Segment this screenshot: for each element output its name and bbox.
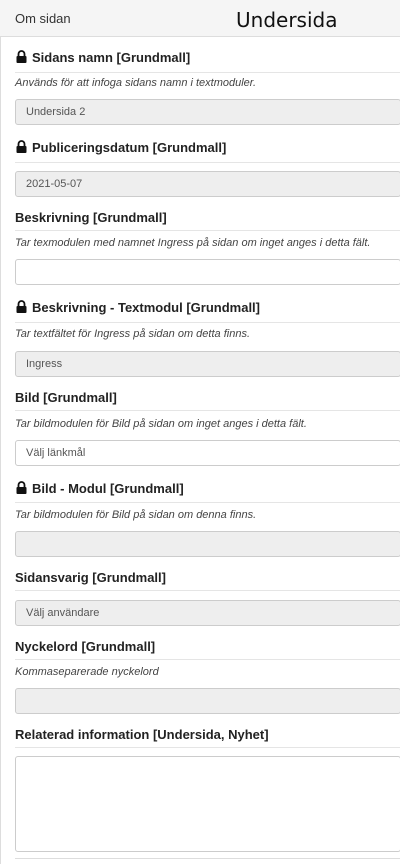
label-publish-date-text: Publiceringsdatum [Grundmall] — [32, 140, 227, 155]
label-image: Bild [Grundmall] — [15, 390, 117, 405]
divider — [15, 162, 400, 163]
lock-icon — [16, 139, 27, 153]
image-link-picker[interactable]: Välj länkmål — [15, 440, 400, 466]
label-image-module-text: Bild - Modul [Grundmall] — [32, 481, 184, 496]
page-type-title: Undersida — [236, 8, 338, 32]
lock-icon — [16, 480, 27, 494]
divider — [15, 590, 400, 591]
divider — [15, 659, 400, 660]
bottom-divider — [15, 858, 400, 859]
label-description-module-text: Beskrivning - Textmodul [Grundmall] — [32, 300, 261, 315]
help-keywords: Kommaseparerade nyckelord — [15, 666, 159, 678]
divider — [15, 747, 400, 748]
page-name-field[interactable]: Undersida 2 — [15, 99, 400, 125]
description-module-field[interactable]: Ingress — [15, 351, 400, 377]
label-description: Beskrivning [Grundmall] — [15, 210, 167, 225]
help-description-module: Tar textfältet för Ingress på sidan om d… — [15, 328, 250, 340]
label-publish-date: Publiceringsdatum [Grundmall] — [15, 139, 227, 155]
label-image-module: Bild - Modul [Grundmall] — [15, 480, 184, 496]
panel-title: Om sidan — [15, 11, 71, 26]
label-description-text: Beskrivning [Grundmall] — [15, 210, 167, 225]
keywords-field[interactable] — [15, 688, 400, 714]
image-module-field[interactable] — [15, 531, 400, 557]
help-description: Tar texmodulen med namnet Ingress på sid… — [15, 237, 371, 249]
divider — [15, 230, 400, 231]
help-image-module: Tar bildmodulen för Bild på sidan om den… — [15, 509, 257, 521]
panel-left-border — [0, 0, 1, 864]
label-page-name-text: Sidans namn [Grundmall] — [32, 50, 191, 65]
publish-date-field[interactable]: 2021-05-07 — [15, 171, 400, 197]
lock-icon — [16, 49, 27, 63]
divider — [15, 72, 400, 73]
label-owner-text: Sidansvarig [Grundmall] — [15, 570, 166, 585]
related-info-area[interactable] — [15, 756, 400, 852]
label-keywords: Nyckelord [Grundmall] — [15, 639, 155, 654]
owner-select[interactable]: Välj användare — [15, 600, 400, 626]
divider — [15, 502, 400, 503]
label-keywords-text: Nyckelord [Grundmall] — [15, 639, 156, 654]
help-image: Tar bildmodulen för Bild på sidan om ing… — [15, 418, 307, 430]
label-related-text: Relaterad information [Undersida, Nyhet] — [15, 727, 269, 742]
label-related: Relaterad information [Undersida, Nyhet] — [15, 727, 269, 742]
label-owner: Sidansvarig [Grundmall] — [15, 570, 166, 585]
label-image-text: Bild [Grundmall] — [15, 390, 117, 405]
divider — [15, 322, 400, 323]
panel-header: Om sidan Undersida — [0, 0, 400, 37]
help-page-name: Används för att infoga sidans namn i tex… — [15, 77, 257, 89]
divider — [15, 410, 400, 411]
label-description-module: Beskrivning - Textmodul [Grundmall] — [15, 299, 261, 315]
description-field[interactable] — [15, 259, 400, 285]
lock-icon — [16, 299, 27, 313]
label-page-name: Sidans namn [Grundmall] — [15, 49, 191, 65]
